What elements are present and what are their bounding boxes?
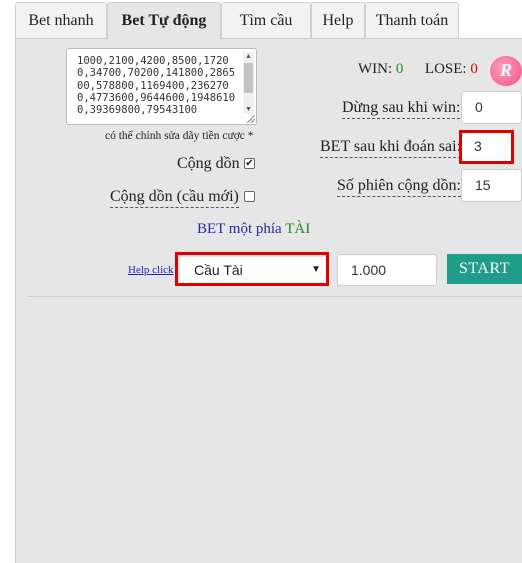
bet-side-prefix: BET một phía (197, 221, 282, 237)
bet-side-value: TÀI (285, 221, 311, 237)
cong-don-moi-label: Cộng dồn (cầu mới) (110, 188, 239, 208)
accumulate-sessions-label: Số phiên cộng dồn: (337, 177, 461, 197)
sequence-note: có thể chỉnh sửa dãy tiền cược * (105, 130, 254, 142)
stop-after-win-input[interactable]: 0 (461, 91, 522, 124)
tab-thanh-toan[interactable]: Thanh toán (365, 2, 459, 38)
win-label: WIN: (358, 61, 393, 77)
highlight-frame-pattern (175, 252, 329, 286)
textarea-scrollbar[interactable]: ▲ ▼ (243, 52, 254, 114)
cong-don-moi-checkbox[interactable] (244, 191, 255, 202)
resize-grip-icon[interactable] (247, 115, 255, 123)
win-lose-stats: WIN: 0 LOSE: 0 (358, 61, 478, 78)
highlight-frame-bet-after-lose (459, 130, 514, 164)
scroll-down-icon[interactable]: ▼ (245, 105, 252, 114)
scroll-thumb[interactable] (244, 63, 253, 93)
divider (27, 296, 522, 297)
scroll-up-icon[interactable]: ▲ (245, 52, 252, 61)
tab-help[interactable]: Help (311, 2, 365, 38)
help-click-link[interactable]: Help click (128, 264, 174, 276)
accumulate-sessions-input[interactable]: 15 (461, 169, 522, 202)
tab-bet-nhanh[interactable]: Bet nhanh (15, 2, 107, 38)
tab-bar: Bet nhanh Bet Tự động Tìm cầu Help Thanh… (15, 0, 522, 40)
lose-value: 0 (470, 61, 478, 77)
bet-sequence-textarea[interactable]: 1000,2100,4200,8500,17200,34700,70200,14… (66, 48, 257, 125)
tab-bet-tu-dong[interactable]: Bet Tự động (107, 2, 221, 40)
win-value: 0 (395, 61, 404, 77)
bet-side-text: BET một phía TÀI (197, 221, 310, 238)
stop-after-win-label: Dừng sau khi win: (342, 99, 461, 119)
cong-don-label: Cộng dồn (177, 155, 240, 172)
bet-after-lose-label: BET sau khi đoán sai: (320, 138, 462, 158)
lose-label: LOSE: (424, 61, 467, 77)
start-button[interactable]: START (447, 254, 522, 284)
tab-tim-cau[interactable]: Tìm cầu (221, 2, 311, 38)
amount-input[interactable]: 1.000 (337, 254, 437, 286)
brand-logo: R (490, 56, 522, 86)
cong-don-checkbox[interactable]: ✔ (244, 158, 255, 169)
bet-sequence-text[interactable]: 1000,2100,4200,8500,17200,34700,70200,14… (77, 55, 237, 116)
